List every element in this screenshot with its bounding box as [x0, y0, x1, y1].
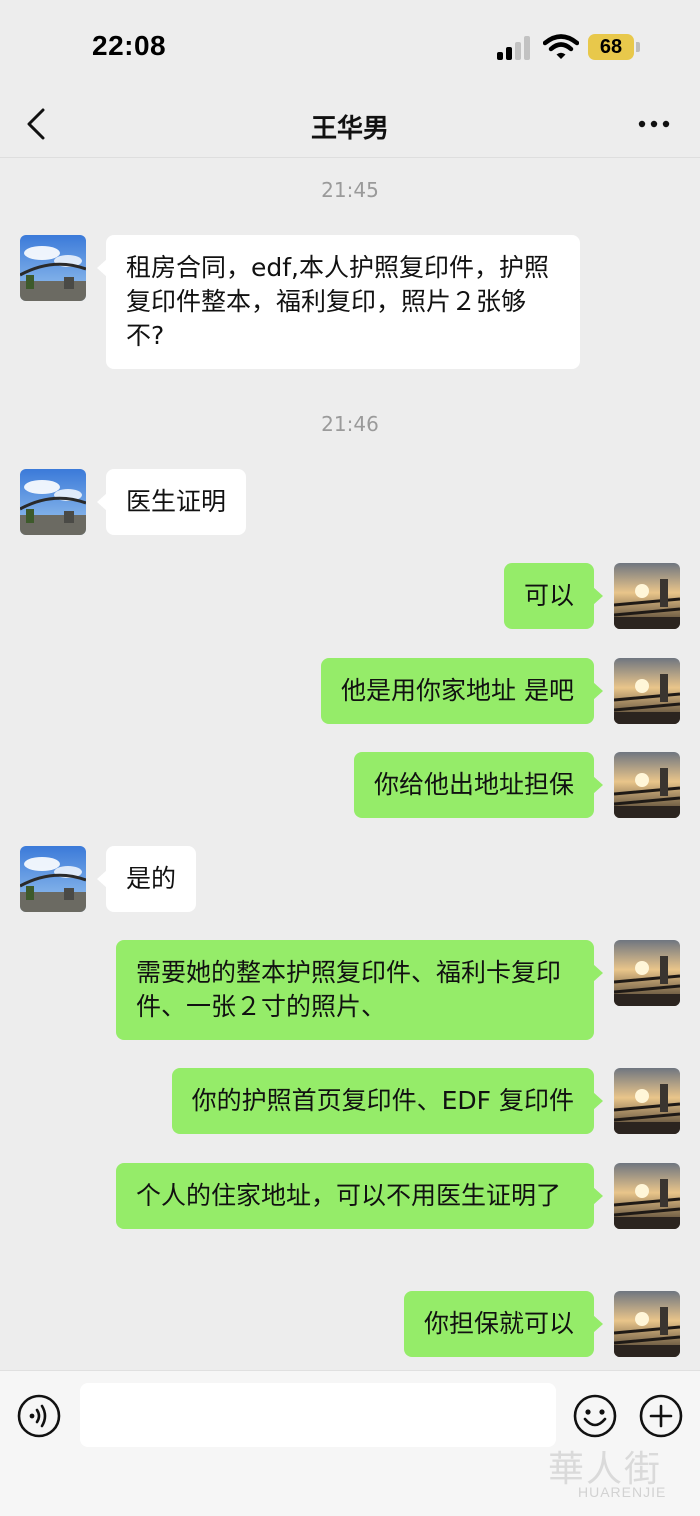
contact-avatar[interactable] [20, 846, 86, 912]
user-avatar[interactable] [614, 752, 680, 818]
cellular-signal-icon [497, 36, 533, 60]
status-bar: 22:08 68 [0, 0, 700, 92]
outgoing-message-bubble[interactable]: 他是用你家地址 是吧 [321, 658, 603, 724]
more-options-icon[interactable] [632, 106, 676, 142]
user-avatar[interactable] [614, 1163, 680, 1229]
user-avatar[interactable] [614, 1291, 680, 1357]
outgoing-message-bubble[interactable]: 需要她的整本护照复印件、福利卡复印件、一张２寸的照片、 [116, 940, 603, 1040]
site-watermark: 華人街 HUARENJIE [548, 1440, 694, 1506]
contact-avatar[interactable] [20, 469, 86, 535]
plus-icon[interactable] [638, 1393, 684, 1439]
incoming-message-bubble[interactable]: 是的 [96, 846, 197, 912]
status-time: 22:08 [92, 30, 167, 61]
user-avatar[interactable] [614, 940, 680, 1006]
timestamp: 21:45 [321, 178, 379, 202]
outgoing-message-bubble[interactable]: 你的护照首页复印件、EDF 复印件 [171, 1068, 604, 1134]
chat-screen: 22:08 68 王华男 21:45 租房合同，edf,本人护照复印件，护照复印… [0, 0, 700, 1516]
voice-icon[interactable] [16, 1393, 62, 1439]
incoming-message-bubble[interactable]: 医生证明 [96, 469, 247, 535]
watermark-text: HUARENJIE [578, 1484, 667, 1500]
outgoing-message-bubble[interactable]: 你给他出地址担保 [353, 752, 604, 818]
outgoing-message-bubble[interactable]: 可以 [503, 563, 604, 629]
timestamp: 21:46 [321, 412, 379, 436]
battery-indicator: 68 [588, 34, 634, 60]
emoji-icon[interactable] [572, 1393, 618, 1439]
contact-avatar[interactable] [20, 235, 86, 301]
chat-header: 王华男 [0, 92, 700, 158]
chat-title: 王华男 [310, 114, 389, 144]
incoming-message-bubble[interactable]: 租房合同，edf,本人护照复印件，护照复印件整本，福利复印，照片２张够不? [97, 235, 580, 369]
user-avatar[interactable] [614, 658, 680, 724]
outgoing-message-bubble[interactable]: 你担保就可以 [403, 1291, 604, 1357]
message-list[interactable]: 21:45 租房合同，edf,本人护照复印件，护照复印件整本，福利复印，照片２张… [0, 160, 700, 1370]
user-avatar[interactable] [614, 1068, 680, 1134]
battery-tip [636, 42, 640, 52]
wifi-icon [543, 34, 579, 59]
message-input[interactable] [80, 1383, 556, 1447]
outgoing-message-bubble[interactable]: 个人的住家地址，可以不用医生证明了 [116, 1163, 603, 1229]
user-avatar[interactable] [614, 563, 680, 629]
